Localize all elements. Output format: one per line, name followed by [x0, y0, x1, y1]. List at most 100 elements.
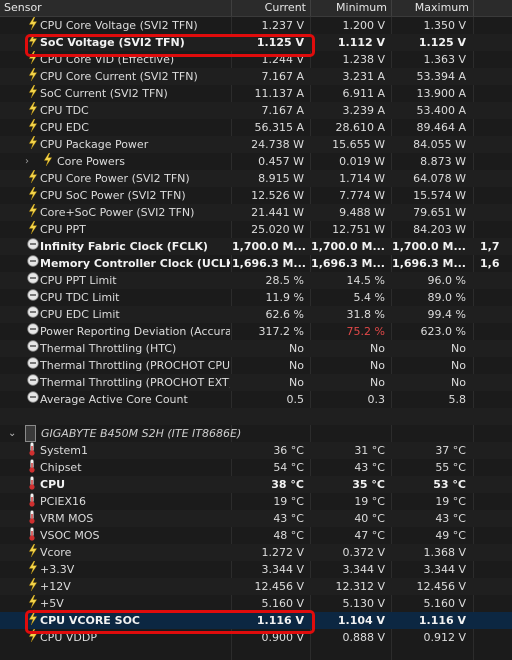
current-value: 12.456 V — [254, 580, 304, 593]
maximum-value: 1.350 V — [423, 19, 466, 32]
clock-icon — [27, 374, 39, 391]
bolt-icon — [27, 187, 39, 204]
current-value: 11.137 A — [254, 87, 304, 100]
sensor-name: Chipset — [40, 461, 82, 474]
current-value: 19 °C — [273, 495, 304, 508]
minimum-value: 1.112 V — [337, 36, 385, 49]
maximum-column-header[interactable]: Maximum — [392, 0, 474, 16]
sensor-row[interactable]: Thermal Throttling (HTC) No No No — [0, 340, 512, 357]
maximum-value: 1.116 V — [418, 614, 466, 627]
sensor-row[interactable]: › Core Powers 0.457 W 0.019 W 8.873 W — [0, 153, 512, 170]
current-value: 25.020 W — [251, 223, 304, 236]
sensor-row[interactable]: CPU SoC Power (SVI2 TFN) 12.526 W 7.774 W 1… — [0, 187, 512, 204]
maximum-value: 64.078 W — [413, 172, 466, 185]
minimum-value: 47 °C — [354, 529, 385, 542]
sensor-row[interactable]: System1 36 °C 31 °C 37 °C — [0, 442, 512, 459]
thermometer-icon — [27, 476, 39, 493]
sensor-name: CPU EDC Limit — [40, 308, 120, 321]
thermometer-icon — [27, 510, 39, 527]
sensor-name: +5V — [40, 597, 64, 610]
sensor-name: Core Powers — [57, 155, 125, 168]
collapse-chevron-icon[interactable]: ⌄ — [8, 425, 16, 442]
minimum-value: 6.911 A — [342, 87, 385, 100]
motherboard-icon — [25, 425, 36, 442]
sensor-row[interactable]: Core+SoC Power (SVI2 TFN) 21.441 W 9.488 W… — [0, 204, 512, 221]
minimum-value: 9.488 W — [339, 206, 385, 219]
current-value: 48 °C — [273, 529, 304, 542]
sensor-row[interactable]: Power Reporting Deviation (Accuracy) 317.… — [0, 323, 512, 340]
bolt-icon — [27, 221, 39, 238]
sensor-row[interactable]: Thermal Throttling (PROCHOT EXT) No No No — [0, 374, 512, 391]
current-column-header[interactable]: Current — [232, 0, 311, 16]
thermometer-icon — [27, 459, 39, 476]
maximum-value: 53.394 A — [416, 70, 466, 83]
current-value: 1.116 V — [256, 614, 304, 627]
maximum-value: 12.456 V — [416, 580, 466, 593]
sensor-name: SoC Current (SVI2 TFN) — [40, 87, 168, 100]
sensor-row[interactable]: +3.3V 3.344 V 3.344 V 3.344 V — [0, 561, 512, 578]
sensor-name: CPU PPT Limit — [40, 274, 117, 287]
maximum-value: 96.0 % — [427, 274, 466, 287]
maximum-value: 1.363 V — [423, 53, 466, 66]
sensor-row[interactable]: CPU Core Voltage (SVI2 TFN) 1.237 V 1.200 … — [0, 17, 512, 34]
average-column-header[interactable] — [474, 0, 512, 16]
sensor-row[interactable]: SoC Voltage (SVI2 TFN) 1.125 V 1.112 V 1.12… — [0, 34, 512, 51]
sensor-name: Thermal Throttling (HTC) — [40, 342, 177, 355]
sensor-name: CPU EDC — [40, 121, 89, 134]
thermometer-icon — [27, 493, 39, 510]
sensor-row[interactable]: CPU Package Power 24.738 W 15.655 W 84.055 … — [0, 136, 512, 153]
minimum-value: 0.019 W — [339, 155, 385, 168]
sensor-name: CPU Package Power — [40, 138, 149, 151]
minimum-value: 12.751 W — [332, 223, 385, 236]
sensor-column-header[interactable]: Sensor — [0, 0, 232, 16]
sensor-row[interactable]: CPU EDC Limit 62.6 % 31.8 % 99.4 % — [0, 306, 512, 323]
sensor-row[interactable]: Memory Controller Clock (UCLK) 1,696.3 M.… — [0, 255, 512, 272]
current-value: 38 °C — [271, 478, 304, 491]
maximum-value: 53 °C — [433, 478, 466, 491]
current-value: 8.915 W — [258, 172, 304, 185]
minimum-value: 0.888 V — [342, 631, 385, 644]
sensor-row[interactable]: CPU PPT Limit 28.5 % 14.5 % 96.0 % — [0, 272, 512, 289]
minimum-value: 3.344 V — [342, 563, 385, 576]
sensor-row[interactable]: CPU TDC 7.167 A 3.239 A 53.400 A — [0, 102, 512, 119]
sensor-row[interactable]: Infinity Fabric Clock (FCLK) 1,700.0 M...… — [0, 238, 512, 255]
bolt-icon — [27, 102, 39, 119]
sensor-row[interactable]: CPU EDC 56.315 A 28.610 A 89.464 A — [0, 119, 512, 136]
sensor-row[interactable]: Thermal Throttling (PROCHOT CPU) No No No — [0, 357, 512, 374]
minimum-value: 5.4 % — [353, 291, 385, 304]
sensor-name: CPU Core Power (SVI2 TFN) — [40, 172, 190, 185]
current-value: 1.237 V — [261, 19, 304, 32]
sensor-row[interactable]: CPU Core Current (SVI2 TFN) 7.167 A 3.231 … — [0, 68, 512, 85]
sensor-row[interactable]: CPU 38 °C 35 °C 53 °C — [0, 476, 512, 493]
expand-chevron-icon[interactable]: › — [25, 153, 29, 170]
sensor-name: CPU Core VID (Effective) — [40, 53, 175, 66]
maximum-value: 1.125 V — [418, 36, 466, 49]
bolt-icon — [27, 170, 39, 187]
sensor-row[interactable]: VRM MOS 43 °C 40 °C 43 °C — [0, 510, 512, 527]
sensor-row[interactable]: CPU Core Power (SVI2 TFN) 8.915 W 1.714 W 6… — [0, 170, 512, 187]
sensor-row[interactable]: Vcore 1.272 V 0.372 V 1.368 V — [0, 544, 512, 561]
sensor-row[interactable]: CPU VDDP 0.900 V 0.888 V 0.912 V — [0, 629, 512, 646]
sensor-name: System1 — [40, 444, 89, 457]
sensor-row[interactable]: SoC Current (SVI2 TFN) 11.137 A 6.911 A 13.… — [0, 85, 512, 102]
minimum-value: 28.610 A — [335, 121, 385, 134]
maximum-value: 84.055 W — [413, 138, 466, 151]
sensor-row[interactable]: PCIEX16 19 °C 19 °C 19 °C — [0, 493, 512, 510]
minimum-column-header[interactable]: Minimum — [311, 0, 392, 16]
clock-icon — [27, 289, 39, 306]
sensor-row[interactable]: +12V 12.456 V 12.312 V 12.456 V — [0, 578, 512, 595]
bolt-icon — [42, 153, 54, 170]
sensor-row[interactable]: VSOC MOS 48 °C 47 °C 49 °C — [0, 527, 512, 544]
current-value: 3.344 V — [261, 563, 304, 576]
sensor-row[interactable]: CPU Core VID (Effective) 1.244 V 1.238 V 1.… — [0, 51, 512, 68]
sensor-row[interactable]: CPU PPT 25.020 W 12.751 W 84.203 W — [0, 221, 512, 238]
minimum-value: 15.655 W — [332, 138, 385, 151]
sensor-row[interactable]: CPU VCORE SOC 1.116 V 1.104 V 1.116 V — [0, 612, 512, 629]
group-header-row[interactable]: ⌄ GIGABYTE B450M S2H (ITE IT8686E) — [0, 425, 512, 442]
sensor-row[interactable]: +5V 5.160 V 5.130 V 5.160 V — [0, 595, 512, 612]
sensor-row[interactable]: CPU TDC Limit 11.9 % 5.4 % 89.0 % — [0, 289, 512, 306]
minimum-value: 12.312 V — [335, 580, 385, 593]
sensor-row[interactable]: Chipset 54 °C 43 °C 55 °C — [0, 459, 512, 476]
sensor-row[interactable]: Average Active Core Count 0.5 0.3 5.8 — [0, 391, 512, 408]
maximum-value: 1,696.3 M... — [392, 257, 466, 270]
